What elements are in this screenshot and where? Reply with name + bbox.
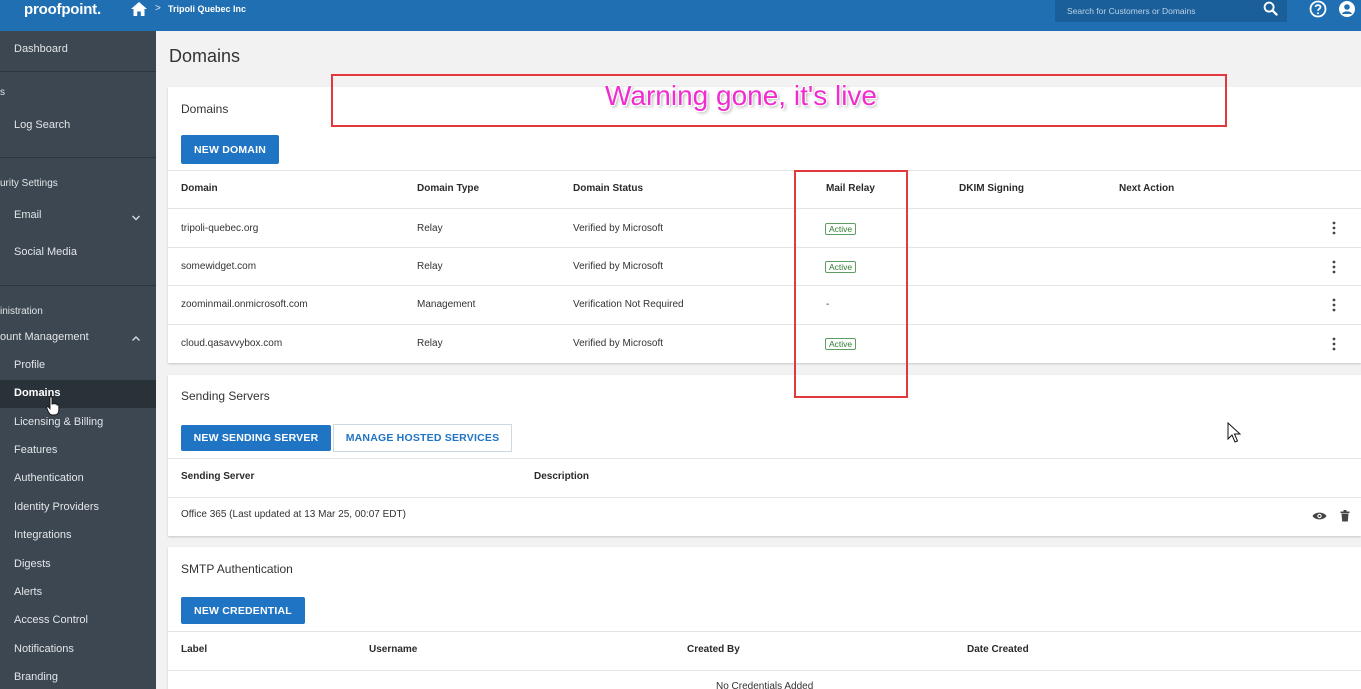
domain-name: cloud.qasavvybox.com [181,338,283,349]
more-options-icon[interactable] [1332,260,1336,274]
column-header-sending-server[interactable]: Sending Server [181,471,254,482]
account-icon[interactable] [1338,0,1356,18]
column-header-dkim-signing[interactable]: DKIM Signing [959,183,1024,194]
sidebar-section-administration: inistration [0,306,43,317]
hand-cursor-icon [46,396,60,416]
column-header-description[interactable]: Description [534,471,589,482]
sidebar-section-security-settings: urity Settings [0,178,58,189]
empty-state-message: No Credentials Added [716,681,814,689]
delete-icon[interactable] [1340,510,1350,522]
table-divider [168,170,1361,171]
sidebar-item-integrations[interactable]: Integrations [14,529,71,541]
sidebar-item-features[interactable]: Features [14,444,57,456]
column-header-next-action[interactable]: Next Action [1119,183,1174,194]
sidebar-item-profile[interactable]: Profile [14,359,45,371]
pointer-cursor-icon [1227,422,1241,443]
domain-status: Verified by Microsoft [573,223,664,234]
sidebar-item-digests[interactable]: Digests [14,558,51,570]
sidebar-item-email[interactable]: Email [14,209,42,221]
smtp-authentication-title: SMTP Authentication [181,562,293,576]
sidebar-divider [0,71,156,72]
table-divider [168,458,1361,459]
annotation-text: Warning gone, it's live [605,80,877,111]
page-title: Domains [169,46,241,66]
domain-name: zoominmail.onmicrosoft.com [181,299,308,310]
sidebar-item-authentication[interactable]: Authentication [14,472,84,484]
table-divider [168,497,1361,498]
breadcrumb-separator: > [155,3,161,14]
proofpoint-logo[interactable]: proofpoint. [24,1,101,18]
sidebar-section-s: s [0,87,5,98]
column-header-domain-status[interactable]: Domain Status [573,183,643,194]
customer-search[interactable] [1055,0,1287,22]
sidebar-item-log-search[interactable]: Log Search [14,119,70,131]
home-icon[interactable] [131,2,147,16]
domains-card: Domains NEW DOMAIN Domain Domain Type Do… [168,87,1361,363]
sidebar-item-notifications[interactable]: Notifications [14,643,74,655]
chevron-up-icon[interactable] [131,334,141,344]
sending-server-name: Office 365 (Last updated at 13 Mar 25, 0… [181,509,406,520]
domain-type: Relay [417,223,443,234]
sidebar-item-branding[interactable]: Branding [14,671,58,683]
sidebar-item-account-management[interactable]: ount Management [0,331,89,343]
column-header-domain[interactable]: Domain [181,183,218,194]
table-divider [168,631,1361,632]
sidebar-item-licensing-billing[interactable]: Licensing & Billing [14,416,103,428]
new-domain-button[interactable]: NEW DOMAIN [181,135,279,164]
table-divider [168,670,1361,671]
search-input[interactable] [1067,6,1257,16]
table-divider [168,208,1361,209]
more-options-icon[interactable] [1332,298,1336,312]
sending-servers-card: Sending Servers NEW SENDING SERVER MANAG… [168,375,1361,536]
search-icon[interactable] [1263,1,1278,16]
sidebar-item-dashboard[interactable]: Dashboard [14,43,68,55]
sidebar-divider [0,285,156,286]
domain-name: tripoli-quebec.org [181,223,259,234]
domain-status: Verified by Microsoft [573,338,664,349]
breadcrumb-customer[interactable]: Tripoli Quebec Inc [168,4,246,14]
sidebar-item-social-media[interactable]: Social Media [14,246,77,258]
help-icon[interactable] [1309,0,1327,18]
view-icon[interactable] [1312,511,1327,521]
more-options-icon[interactable] [1332,221,1336,235]
domain-type: Relay [417,261,443,272]
chevron-down-icon[interactable] [131,213,141,223]
new-sending-server-button[interactable]: NEW SENDING SERVER [181,425,331,451]
sidebar-item-access-control[interactable]: Access Control [14,614,88,626]
more-options-icon[interactable] [1332,337,1336,351]
table-divider [168,324,1361,325]
table-divider [168,247,1361,248]
domain-type: Management [417,299,476,310]
domains-card-title: Domains [181,102,229,116]
column-header-date-created[interactable]: Date Created [967,644,1029,655]
mail-relay-highlight-box [794,170,908,398]
domain-status: Verification Not Required [573,299,684,310]
smtp-authentication-card: SMTP Authentication NEW CREDENTIAL Label… [168,547,1361,689]
column-header-label[interactable]: Label [181,644,207,655]
column-header-domain-type[interactable]: Domain Type [417,183,479,194]
new-credential-button[interactable]: NEW CREDENTIAL [181,597,305,624]
sending-servers-title: Sending Servers [181,389,270,403]
sidebar-item-alerts[interactable]: Alerts [14,586,42,598]
manage-hosted-services-button[interactable]: MANAGE HOSTED SERVICES [333,424,512,452]
domain-status: Verified by Microsoft [573,261,664,272]
sidebar: Dashboard s Log Search urity Settings Em… [0,31,156,689]
domain-type: Relay [417,338,443,349]
column-header-username[interactable]: Username [369,644,417,655]
sidebar-item-identity-providers[interactable]: Identity Providers [14,501,99,513]
domain-name: somewidget.com [181,261,257,272]
top-bar: proofpoint. > Tripoli Quebec Inc [0,0,1361,31]
sidebar-divider [0,157,156,158]
column-header-created-by[interactable]: Created By [687,644,740,655]
table-divider [168,285,1361,286]
